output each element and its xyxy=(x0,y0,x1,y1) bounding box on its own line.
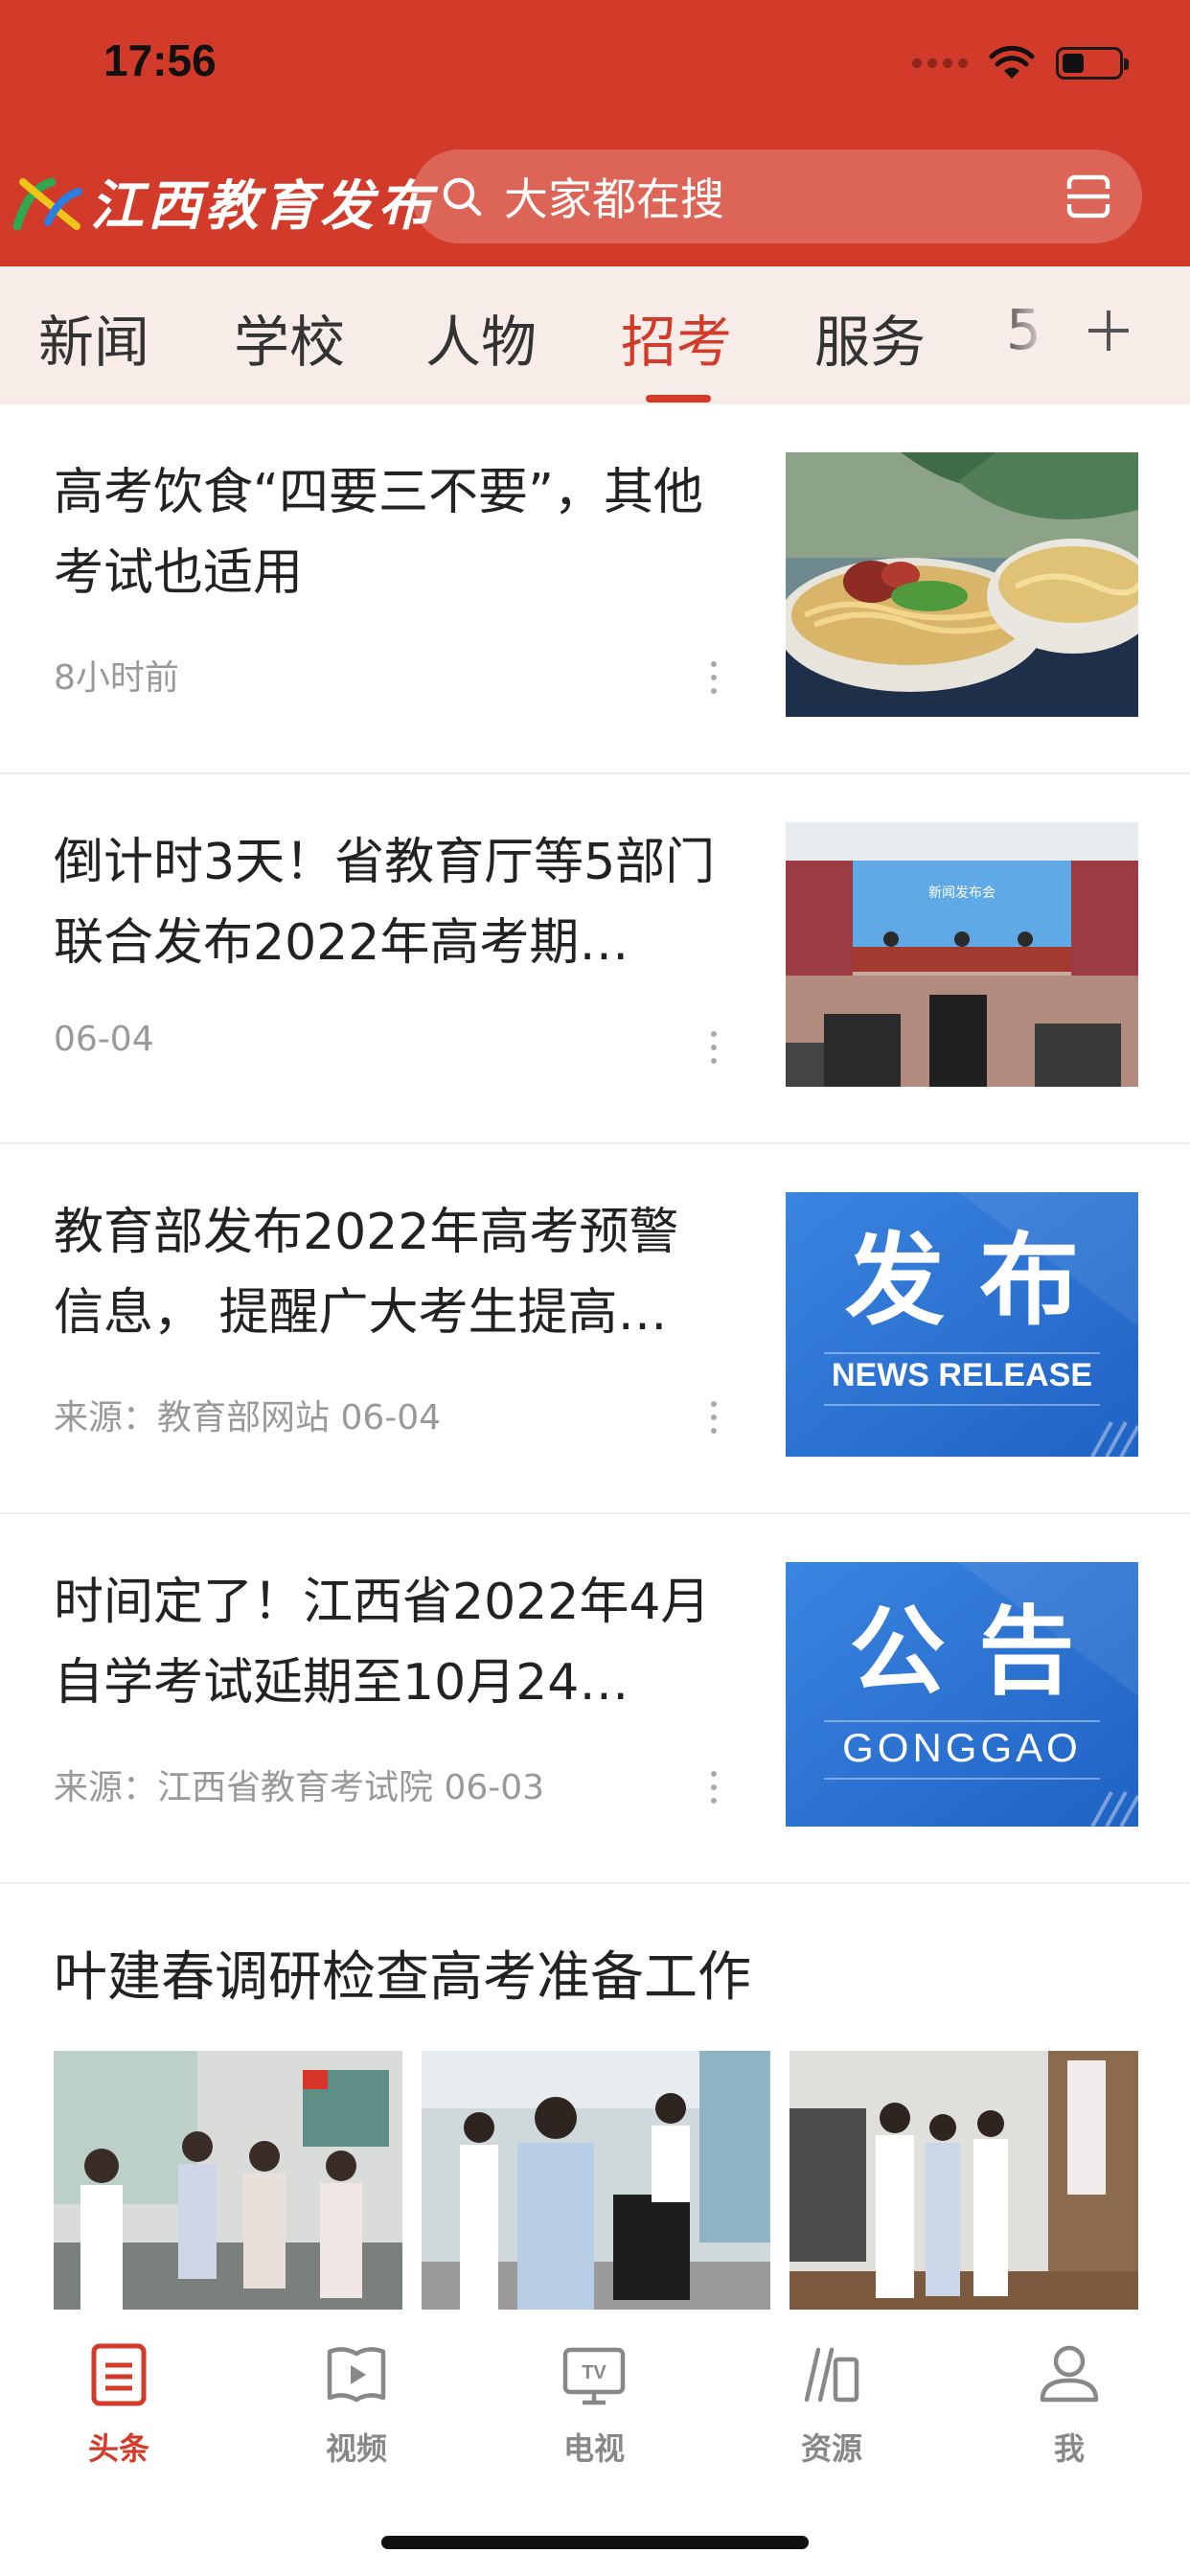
nav-resources[interactable]: 资源 xyxy=(736,2342,927,2469)
announcement-title: 公 告 xyxy=(850,1596,1075,1708)
app-header: 17:56 江西教育发布 大家都在搜 xyxy=(0,0,1190,266)
nav-headlines[interactable]: 头条 xyxy=(23,2342,215,2469)
svg-text:TV: TV xyxy=(582,2362,606,2383)
nav-label: 视频 xyxy=(325,2430,387,2467)
books-icon xyxy=(804,2347,859,2403)
gallery-photo[interactable] xyxy=(54,2051,402,2310)
more-options-icon[interactable] xyxy=(709,1401,719,1439)
news-release-graphic: 发 布 NEWS RELEASE xyxy=(786,1192,1138,1457)
news-thumbnail[interactable]: 公 告 GONGGAO xyxy=(786,1562,1138,1827)
status-time: 17:56 xyxy=(103,35,217,85)
add-channel-icon[interactable] xyxy=(1083,305,1134,356)
scan-icon[interactable] xyxy=(1064,172,1113,221)
brand-name: 江西教育发布 xyxy=(90,174,435,238)
news-meta: 8小时前 xyxy=(54,658,179,698)
nav-label: 资源 xyxy=(800,2430,862,2467)
food-illustration xyxy=(786,452,1138,717)
gallery-photo[interactable] xyxy=(790,2051,1138,2310)
nav-label: 电视 xyxy=(562,2430,625,2467)
news-thumbnail[interactable]: 新闻发布会 xyxy=(786,822,1138,1087)
more-options-icon[interactable] xyxy=(709,661,719,700)
release-subtitle: NEWS RELEASE xyxy=(832,1357,1092,1393)
news-meta: 来源：江西省教育考试院 06-03 xyxy=(54,1768,545,1807)
announcement-graphic: 公 告 GONGGAO xyxy=(786,1562,1138,1827)
photo-gallery[interactable] xyxy=(54,2051,1138,2310)
channel-tabs: 新闻 学校 人物 招考 服务 5 xyxy=(0,266,1190,404)
battery-icon xyxy=(1056,47,1129,80)
news-item[interactable]: 高考饮食“四要三不要”，其他考试也适用 8小时前 xyxy=(0,404,1190,774)
brand-logo: 江西教育发布 xyxy=(10,163,435,241)
person-icon xyxy=(1040,2345,1099,2403)
news-title[interactable]: 倒计时3天！省教育厅等5部门联合发布2022年高考期… xyxy=(54,822,724,983)
search-bar[interactable]: 大家都在搜 xyxy=(412,150,1142,243)
wifi-icon xyxy=(989,46,1035,79)
news-item[interactable]: 倒计时3天！省教育厅等5部门联合发布2022年高考期… 06-04 新闻发布会 xyxy=(0,774,1190,1144)
release-title: 发 布 xyxy=(845,1222,1079,1339)
announcement-subtitle: GONGGAO xyxy=(842,1725,1082,1770)
more-options-icon[interactable] xyxy=(709,1031,719,1070)
banner-text: 新闻发布会 xyxy=(928,886,995,901)
gallery-photo[interactable] xyxy=(422,2051,770,2310)
tab-news[interactable]: 新闻 xyxy=(38,297,149,378)
active-tab-indicator xyxy=(646,395,711,402)
tab-services[interactable]: 服务 xyxy=(814,297,926,378)
tab-admissions[interactable]: 招考 xyxy=(621,297,732,378)
tv-icon: TV xyxy=(562,2347,626,2405)
gallery-title[interactable]: 叶建春调研检查高考准备工作 xyxy=(54,1934,751,2012)
search-placeholder: 大家都在搜 xyxy=(504,173,724,225)
nav-tv[interactable]: TV 电视 xyxy=(498,2342,690,2469)
news-meta: 06-04 xyxy=(54,1020,154,1059)
tab-schools[interactable]: 学校 xyxy=(234,297,345,378)
nav-label: 头条 xyxy=(87,2430,149,2467)
press-conference-photo: 新闻发布会 xyxy=(786,822,1138,1087)
more-options-icon[interactable] xyxy=(709,1771,719,1809)
news-title[interactable]: 教育部发布2022年高考预警信息， 提醒广大考生提高… xyxy=(54,1192,724,1353)
nav-me[interactable]: 我 xyxy=(973,2342,1165,2469)
news-title[interactable]: 高考饮食“四要三不要”，其他考试也适用 xyxy=(54,452,724,613)
logo-mark-icon xyxy=(12,177,82,230)
status-icons xyxy=(912,42,1129,84)
news-title[interactable]: 时间定了！江西省2022年4月自学考试延期至10月24… xyxy=(54,1562,724,1723)
news-item[interactable]: 时间定了！江西省2022年4月自学考试延期至10月24… 来源：江西省教育考试院… xyxy=(0,1514,1190,1884)
article-icon xyxy=(91,2343,147,2406)
news-meta: 来源：教育部网站 06-04 xyxy=(54,1398,442,1438)
nav-label: 我 xyxy=(1053,2430,1085,2467)
cellular-signal-icon xyxy=(912,58,968,68)
news-thumbnail[interactable] xyxy=(786,452,1138,717)
search-icon xyxy=(443,177,482,217)
tab-fade xyxy=(996,266,1073,404)
tab-people[interactable]: 人物 xyxy=(425,297,537,378)
home-indicator xyxy=(381,2536,809,2549)
news-thumbnail[interactable]: 发 布 NEWS RELEASE xyxy=(786,1192,1138,1457)
news-item[interactable]: 教育部发布2022年高考预警信息， 提醒广大考生提高… 来源：教育部网站 06-… xyxy=(0,1144,1190,1514)
nav-video[interactable]: 视频 xyxy=(261,2342,452,2469)
video-icon xyxy=(327,2347,386,2403)
